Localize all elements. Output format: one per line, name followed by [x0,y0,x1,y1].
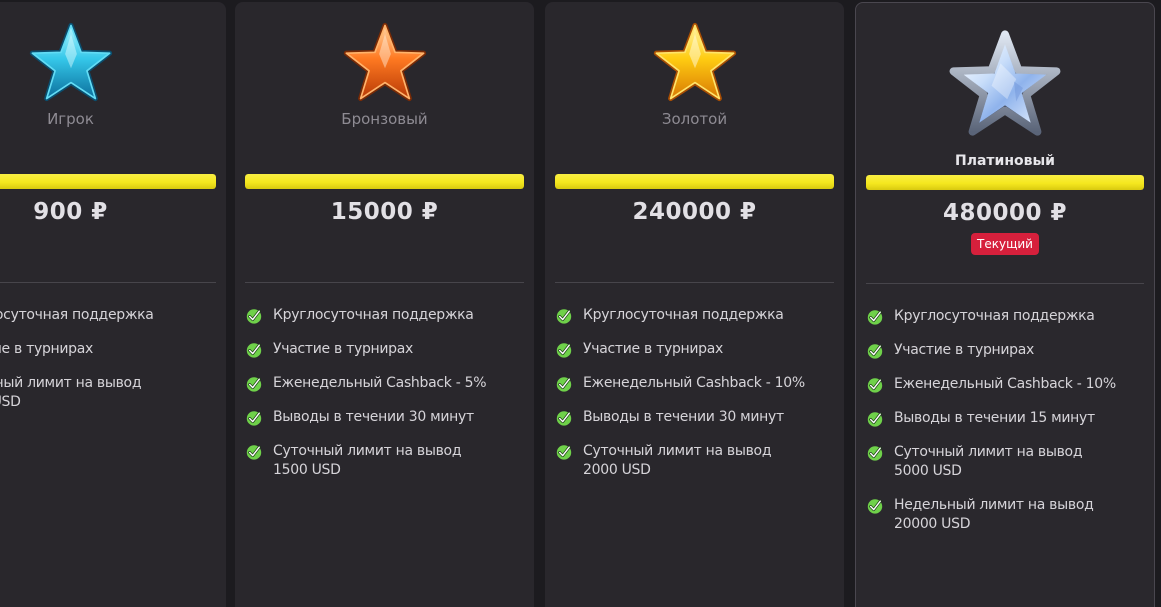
tier-name: Игрок [47,110,94,128]
level-progress-fill [0,174,216,189]
level-progress-bar [0,174,216,189]
check-icon [867,310,883,325]
feature-item: Недельный лимит на вывод 20000 USD [866,496,1150,534]
level-progress-bar [866,175,1144,190]
level-progress-bar [555,174,834,189]
check-icon [556,445,572,460]
check-icon [867,499,883,514]
tier-card-player: Игрок 900 ₽ Круглосуточная поддержка Уча… [0,2,226,607]
tier-card-gold: Золотой 240000 ₽ Круглосуточная поддержк… [545,2,844,607]
tier-name: Платиновый [955,153,1055,169]
check-icon [867,412,883,427]
level-progress-fill [866,175,1144,190]
tier-name: Бронзовый [341,110,428,128]
divider [555,282,834,283]
platinum-star-icon [949,30,1061,136]
level-progress-bar [245,174,524,189]
divider [245,282,524,283]
vip-levels-carousel: Игрок 900 ₽ Круглосуточная поддержка Уча… [0,0,1161,607]
tier-name: Золотой [661,110,728,128]
tier-amount: 240000 ₽ [632,199,757,225]
check-icon [246,411,262,426]
feature-item: Суточный лимит на вывод 1500 USD [245,442,530,480]
check-icon [556,309,572,324]
current-level-badge: Текущий [971,233,1039,255]
feature-item: Круглосуточная поддержка [866,307,1150,326]
feature-item: Участие в турнирах [866,341,1150,360]
level-progress-fill [555,174,834,189]
check-icon [246,445,262,460]
feature-item: Участие в турнирах [245,340,530,359]
tier-amount: 15000 ₽ [330,199,439,225]
feature-list: Круглосуточная поддержка Участие в турни… [866,307,1150,549]
divider [0,282,216,283]
feature-item: Суточный лимит на вывод 5000 USD [866,443,1150,481]
check-icon [246,377,262,392]
feature-item: Суточный лимит на вывод1000 USD [0,375,142,410]
feature-item: Участие в турнирах [0,341,94,357]
gold-star-icon [653,22,736,102]
feature-item: Еженедельный Cashback - 10% [555,374,840,393]
cyan-star-icon [29,22,112,102]
feature-item: Еженедельный Cashback - 5% [245,374,530,393]
feature-item: Круглосуточная поддержка [0,307,154,323]
check-icon [556,377,572,392]
check-icon [246,343,262,358]
check-icon [867,344,883,359]
check-icon [867,378,883,393]
feature-item: Участие в турнирах [555,340,840,359]
feature-item: Суточный лимит на вывод 2000 USD [555,442,840,480]
tier-card-platinum: Платиновый 480000 ₽ Текущий Круглосуточн… [855,2,1155,607]
feature-item: Выводы в течении 30 минут [245,408,530,427]
feature-list: Круглосуточная поддержка Участие в турни… [245,306,530,495]
tier-card-bronze: Бронзовый 15000 ₽ Круглосуточная поддерж… [235,2,534,607]
check-icon [556,343,572,358]
check-icon [867,446,883,461]
feature-item: Еженедельный Cashback - 10% [866,375,1150,394]
divider [866,283,1144,284]
orange-star-icon [343,22,426,102]
feature-item: Выводы в течении 30 минут [555,408,840,427]
tier-amount: 900 ₽ [33,199,108,225]
feature-item: Круглосуточная поддержка [245,306,530,325]
feature-list: Круглосуточная поддержка Участие в турни… [0,306,222,427]
feature-list: Круглосуточная поддержка Участие в турни… [555,306,840,495]
tier-amount: 480000 ₽ [942,200,1068,226]
check-icon [246,309,262,324]
check-icon [556,411,572,426]
level-progress-fill [245,174,524,189]
feature-item: Круглосуточная поддержка [555,306,840,325]
feature-item: Выводы в течении 15 минут [866,409,1150,428]
